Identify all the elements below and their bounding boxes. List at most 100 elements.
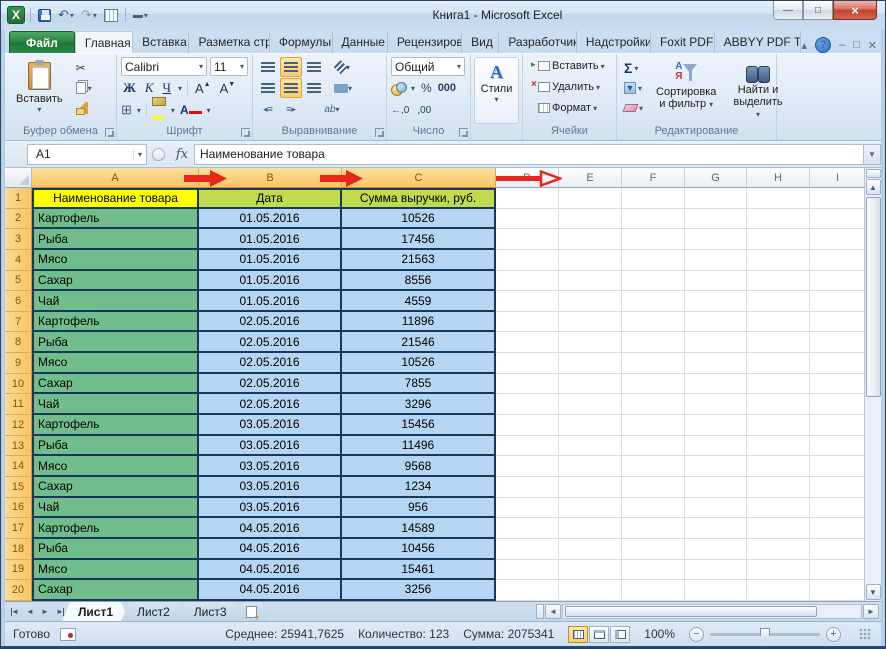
cell-H15[interactable] — [747, 477, 810, 498]
cell-I16[interactable] — [810, 498, 866, 519]
cell-G1[interactable] — [685, 188, 747, 209]
underline-button[interactable]: Ч — [161, 80, 173, 96]
cell-B3[interactable]: 01.05.2016 — [199, 229, 342, 250]
comma-format-button[interactable]: 000 — [438, 82, 456, 94]
cell-E13[interactable] — [559, 436, 622, 457]
cell-D10[interactable] — [496, 374, 559, 395]
tab-file[interactable]: Файл — [9, 31, 75, 53]
redo-button[interactable]: ↷▾ — [79, 6, 99, 24]
cell-B19[interactable]: 04.05.2016 — [199, 560, 342, 581]
cell-I11[interactable] — [810, 394, 866, 415]
cell-A1[interactable]: Наименование товара — [32, 188, 199, 209]
cell-F3[interactable] — [622, 229, 685, 250]
cell-A3[interactable]: Рыба — [32, 229, 199, 250]
cell-I17[interactable] — [810, 518, 866, 539]
cell-H20[interactable] — [747, 580, 810, 601]
cell-F1[interactable] — [622, 188, 685, 209]
row-header-20[interactable]: 20 — [5, 580, 32, 601]
tab-данные[interactable]: Данные — [333, 31, 388, 53]
tab-разработчик[interactable]: Разработчик — [499, 31, 577, 53]
cell-A8[interactable]: Рыба — [32, 332, 199, 353]
cell-F5[interactable] — [622, 271, 685, 292]
cell-I7[interactable] — [810, 312, 866, 333]
macro-record-icon[interactable] — [60, 628, 76, 641]
cell-E16[interactable] — [559, 498, 622, 519]
fill-button[interactable]: ▼▾ — [621, 79, 646, 97]
format-painter-button[interactable] — [73, 99, 95, 117]
alignment-dialog-launcher-icon[interactable] — [375, 128, 384, 137]
formula-bar-collapse-icon[interactable] — [152, 148, 165, 161]
cell-H4[interactable] — [747, 250, 810, 271]
row-header-1[interactable]: 1 — [5, 188, 32, 209]
cell-A14[interactable]: Мясо — [32, 456, 199, 477]
cell-D8[interactable] — [496, 332, 559, 353]
cell-G17[interactable] — [685, 518, 747, 539]
cell-I14[interactable] — [810, 456, 866, 477]
orientation-button[interactable]: ▾ — [332, 57, 354, 77]
cell-H16[interactable] — [747, 498, 810, 519]
cell-C11[interactable]: 3296 — [342, 394, 496, 415]
tab-вставка[interactable]: Вставка — [133, 31, 189, 53]
cell-I18[interactable] — [810, 539, 866, 560]
merge-center-button[interactable]: ▾ — [332, 78, 354, 98]
sort-filter-button[interactable]: AЯ Сортировкаи фильтр ▾ — [649, 57, 723, 124]
cell-D6[interactable] — [496, 291, 559, 312]
font-size-combo[interactable]: 11▾ — [210, 57, 248, 76]
sheet-tab-лист2[interactable]: Лист2 — [121, 602, 186, 621]
column-header-A[interactable]: A — [32, 168, 199, 188]
cell-E3[interactable] — [559, 229, 622, 250]
formula-input[interactable]: Наименование товара — [194, 144, 863, 165]
scroll-up-button[interactable]: ▲ — [866, 179, 881, 195]
cell-A10[interactable]: Сахар — [32, 374, 199, 395]
zoom-in-button[interactable]: + — [826, 627, 841, 642]
cell-D1[interactable] — [496, 188, 559, 209]
cell-F6[interactable] — [622, 291, 685, 312]
minimize-button[interactable]: — — [773, 1, 803, 20]
row-header-14[interactable]: 14 — [5, 456, 32, 477]
align-bottom-button[interactable] — [303, 57, 325, 77]
cell-C18[interactable]: 10456 — [342, 539, 496, 560]
cell-G15[interactable] — [685, 477, 747, 498]
cell-E5[interactable] — [559, 271, 622, 292]
cell-F4[interactable] — [622, 250, 685, 271]
row-header-13[interactable]: 13 — [5, 436, 32, 457]
font-dialog-launcher-icon[interactable] — [241, 128, 250, 137]
increase-indent-button[interactable]: ≡▸ — [280, 99, 302, 119]
cell-A20[interactable]: Сахар — [32, 580, 199, 601]
italic-button[interactable]: К — [143, 80, 156, 96]
cell-D12[interactable] — [496, 415, 559, 436]
cell-G5[interactable] — [685, 271, 747, 292]
cell-C5[interactable]: 8556 — [342, 271, 496, 292]
cell-I19[interactable] — [810, 560, 866, 581]
autosum-button[interactable]: Σ▾ — [621, 59, 646, 77]
cell-G19[interactable] — [685, 560, 747, 581]
cell-E17[interactable] — [559, 518, 622, 539]
cell-A5[interactable]: Сахар — [32, 271, 199, 292]
cell-G8[interactable] — [685, 332, 747, 353]
cell-I9[interactable] — [810, 353, 866, 374]
cell-D11[interactable] — [496, 394, 559, 415]
cell-C10[interactable]: 7855 — [342, 374, 496, 395]
cell-H12[interactable] — [747, 415, 810, 436]
cell-E12[interactable] — [559, 415, 622, 436]
cell-E11[interactable] — [559, 394, 622, 415]
cell-C2[interactable]: 10526 — [342, 209, 496, 230]
cell-I1[interactable] — [810, 188, 866, 209]
cell-A6[interactable]: Чай — [32, 291, 199, 312]
align-left-button[interactable] — [257, 78, 279, 98]
page-break-view-button[interactable] — [610, 626, 630, 643]
save-button[interactable] — [36, 6, 53, 24]
cell-G4[interactable] — [685, 250, 747, 271]
cell-F18[interactable] — [622, 539, 685, 560]
resize-grip[interactable] — [859, 628, 871, 640]
paste-button[interactable]: Вставить▾ — [9, 57, 70, 124]
cell-E10[interactable] — [559, 374, 622, 395]
tab-abbyy-pdf-tr[interactable]: ABBYY PDF Tr — [715, 31, 802, 53]
cell-B9[interactable]: 02.05.2016 — [199, 353, 342, 374]
cell-F16[interactable] — [622, 498, 685, 519]
cell-D17[interactable] — [496, 518, 559, 539]
cell-A13[interactable]: Рыба — [32, 436, 199, 457]
tab-вид[interactable]: Вид — [462, 31, 499, 53]
cell-F9[interactable] — [622, 353, 685, 374]
book-restore-icon[interactable]: □ — [853, 39, 860, 51]
